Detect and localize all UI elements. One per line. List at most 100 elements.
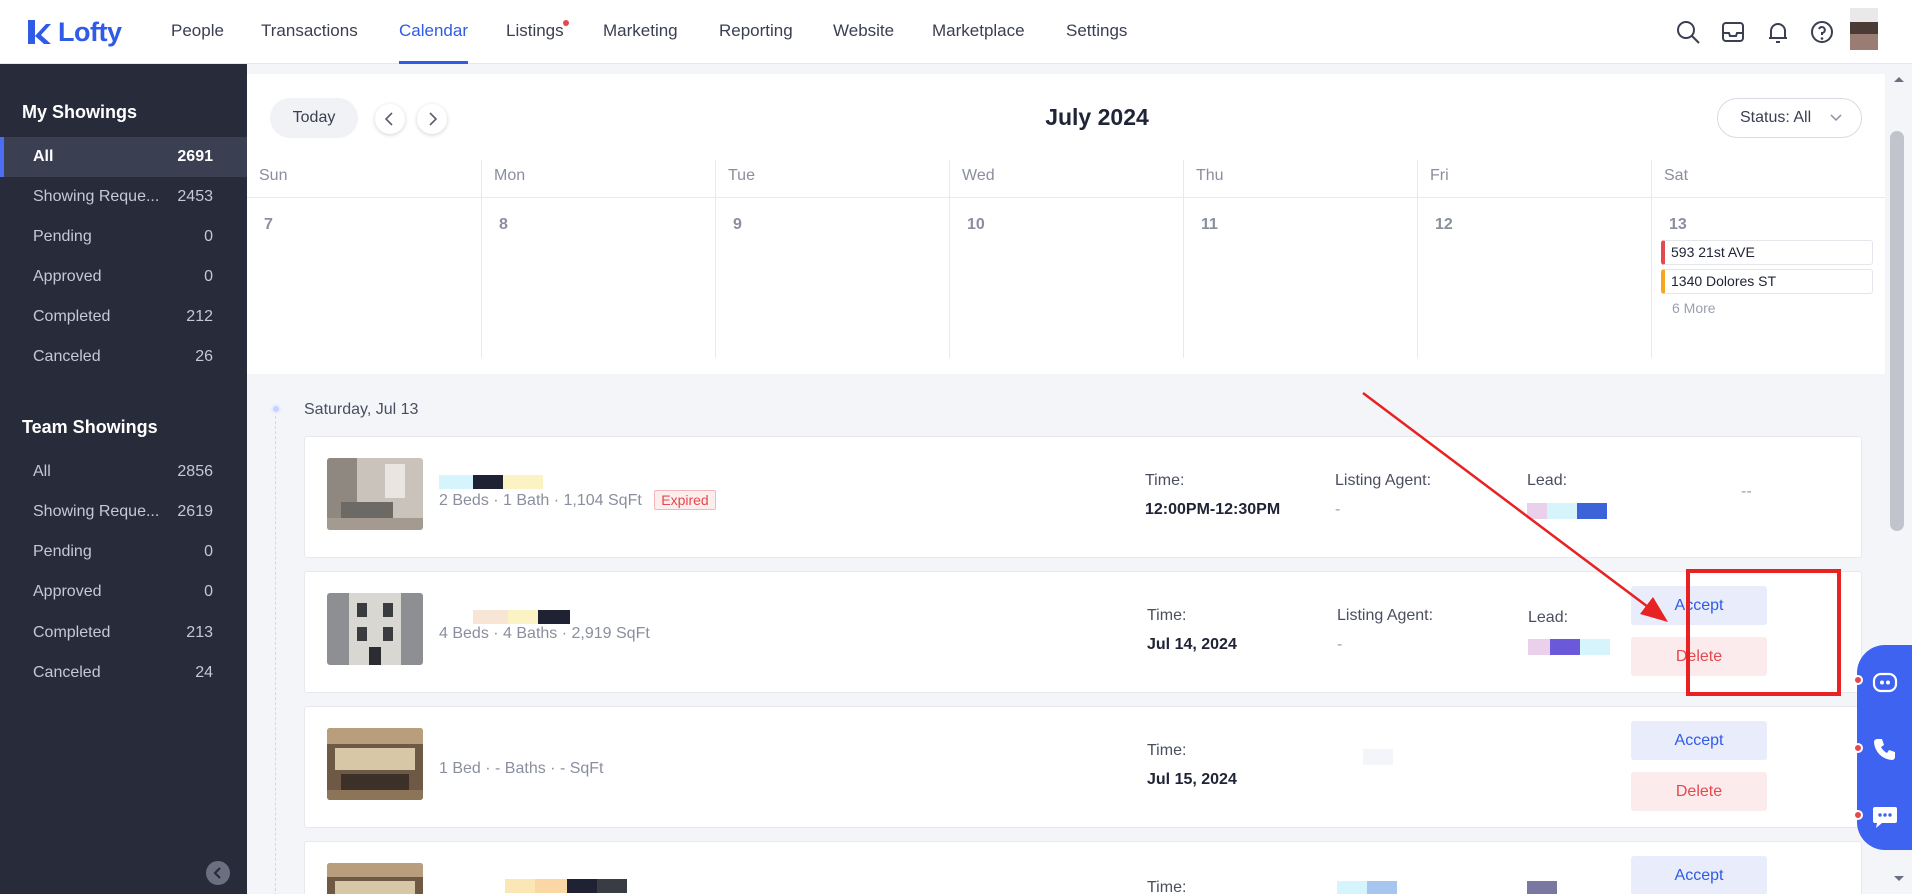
team-showings-approved[interactable]: Approved 0 [0,572,247,612]
collapse-sidebar-button[interactable] [206,861,230,885]
phone-notification-dot [1853,743,1863,753]
team-showings-pending[interactable]: Pending 0 [0,532,247,572]
address-redacted [439,610,570,624]
team-showings-completed[interactable]: Completed 213 [0,613,247,653]
sidebar-item-label: Pending [33,228,92,245]
agent-redacted [1337,881,1397,894]
lead-status: -- [1741,483,1752,500]
lead-label: Lead: [1528,609,1569,626]
sidebar-item-label: Showing Reque... [33,188,160,205]
user-avatar[interactable] [1850,8,1878,50]
lead-redacted [1527,881,1557,894]
nav-website[interactable]: Website [833,0,894,64]
accept-button[interactable]: Accept [1631,856,1767,894]
showing-card[interactable]: 4 Beds · 4 Baths · 2,919 SqFt Time: Jul … [304,571,1862,693]
my-showings-pending[interactable]: Pending 0 [0,217,247,257]
weekday-header: Sun Mon Tue Wed Thu Fri Sat [247,160,1885,198]
team-showings-all[interactable]: All 2856 [0,452,247,492]
sidebar-item-label: Completed [33,308,111,325]
next-week-button[interactable] [417,104,447,134]
sidebar-item-count: 26 [195,348,213,365]
sidebar-item-label: Pending [33,543,92,560]
accept-button[interactable]: Accept [1631,721,1767,760]
team-showings-canceled[interactable]: Canceled 24 [0,653,247,693]
listing-agent-value: - [1337,636,1343,653]
day-cell-fri[interactable]: 12 [1417,198,1651,358]
nav-listings[interactable]: Listings [506,0,569,64]
showings-sidebar: My Showings All 2691 Showing Reque... 24… [0,64,247,894]
status-filter-dropdown[interactable]: Status: All [1717,98,1862,138]
accept-button[interactable]: Accept [1631,586,1767,625]
inbox-icon[interactable] [1719,18,1747,46]
my-showings-title: My Showings [22,102,138,122]
day-cell-tue[interactable]: 9 [715,198,949,358]
search-icon[interactable] [1674,18,1702,46]
listing-agent-value: - [1335,501,1341,518]
scroll-up-icon[interactable] [1892,74,1906,84]
my-showings-requests[interactable]: Showing Reque... 2453 [0,177,247,217]
day-number: 11 [1201,216,1218,233]
lofty-logo[interactable]: Lofty [26,14,122,50]
lofty-logo-icon [28,20,51,44]
sidebar-item-count: 2619 [177,503,213,520]
today-button[interactable]: Today [270,98,358,138]
lead-label: Lead: [1527,472,1568,489]
sidebar-item-count: 2856 [177,463,213,480]
calendar-event[interactable]: 593 21st AVE [1661,240,1873,265]
sidebar-item-label: All [33,148,54,165]
weekday-sun: Sun [259,167,288,184]
nav-marketing[interactable]: Marketing [603,0,678,64]
nav-reporting[interactable]: Reporting [719,0,793,64]
day-number: 7 [264,216,273,233]
my-showings-approved[interactable]: Approved 0 [0,257,247,297]
team-showings-requests[interactable]: Showing Reque... 2619 [0,492,247,532]
sidebar-item-label: Showing Reque... [33,503,160,520]
scrollbar-thumb[interactable] [1890,131,1904,531]
nav-calendar-label: Calendar [399,21,468,40]
nav-settings[interactable]: Settings [1066,0,1127,64]
weekday-mon: Mon [481,160,715,198]
address-redacted [439,475,543,489]
sidebar-item-label: Approved [33,268,102,285]
delete-button[interactable]: Delete [1631,637,1767,676]
day-cell-thu[interactable]: 11 [1183,198,1417,358]
showing-card[interactable]: Time: [304,841,1862,894]
day-cell-wed[interactable]: 10 [949,198,1183,358]
delete-button[interactable]: Delete [1631,772,1767,811]
weekday-wed: Wed [949,160,1183,198]
property-thumbnail [327,728,423,800]
chat-notification-dot [1853,675,1863,685]
showing-card[interactable]: 1 Bed · - Baths · - SqFt Time: Jul 15, 2… [304,706,1862,828]
nav-transactions[interactable]: Transactions [261,0,358,64]
bell-icon[interactable] [1764,18,1792,46]
help-icon[interactable] [1808,18,1836,46]
scroll-down-icon[interactable] [1892,874,1906,884]
more-events-link[interactable]: 6 More [1672,300,1716,316]
nav-marketplace[interactable]: Marketplace [932,0,1025,64]
message-notification-dot [1853,810,1863,820]
my-showings-canceled[interactable]: Canceled 26 [0,337,247,377]
sidebar-item-count: 24 [195,664,213,681]
nav-people[interactable]: People [171,0,224,64]
date-group-label: Saturday, Jul 13 [304,401,419,418]
my-showings-completed[interactable]: Completed 212 [0,297,247,337]
my-showings-all[interactable]: All 2691 [0,137,247,177]
property-thumbnail [327,458,423,530]
time-label: Time: [1147,607,1187,624]
chat-bot-icon[interactable] [1871,669,1899,697]
chevron-right-icon [429,112,438,126]
phone-icon[interactable] [1871,735,1899,763]
property-details: 1 Bed · - Baths · - SqFt [439,760,604,777]
message-icon[interactable] [1871,802,1899,830]
prev-week-button[interactable] [375,104,405,134]
property-details: 4 Beds · 4 Baths · 2,919 SqFt [439,625,650,642]
day-cell-sat[interactable]: 13 593 21st AVE 1340 Dolores ST 6 More [1651,198,1885,358]
calendar-event[interactable]: 1340 Dolores ST [1661,269,1873,294]
day-number: 10 [967,216,985,233]
listings-notification-dot [562,20,569,26]
nav-calendar[interactable]: Calendar [399,0,468,64]
sidebar-item-count: 212 [186,308,213,325]
day-cell-sun[interactable]: 7 [247,198,481,358]
showing-card[interactable]: 2 Beds · 1 Bath · 1,104 SqFt Expired Tim… [304,436,1862,558]
day-cell-mon[interactable]: 8 [481,198,715,358]
